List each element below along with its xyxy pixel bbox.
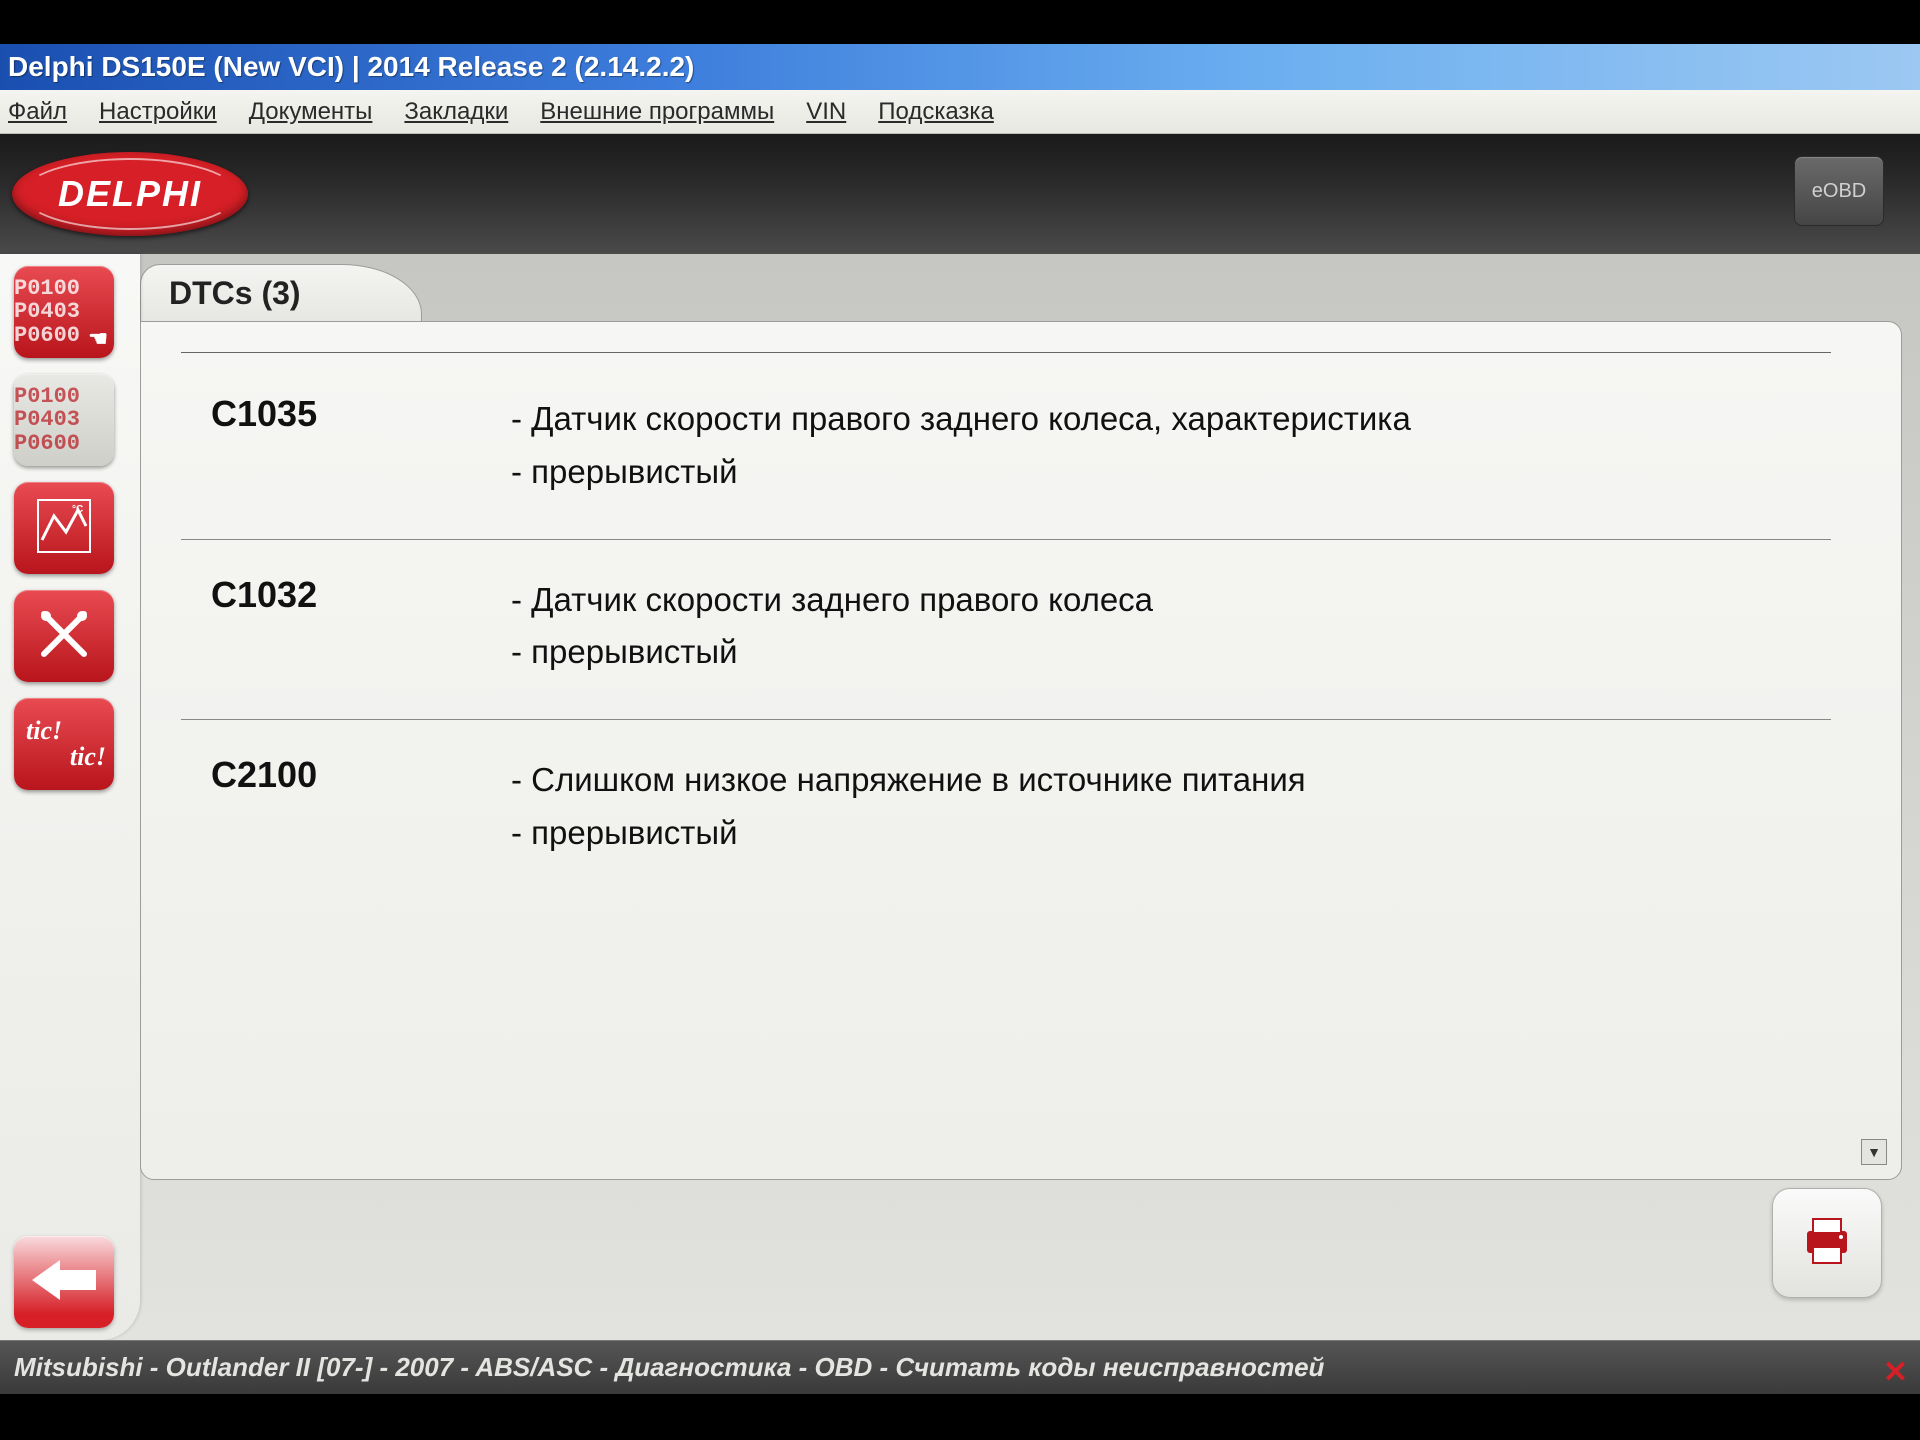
arrow-left-icon <box>32 1256 96 1309</box>
statusbar: Mitsubishi - Outlander II [07-] - 2007 -… <box>0 1340 1920 1394</box>
graph-icon: °C <box>34 496 94 561</box>
main: DTCs (3) C1035 - Датчик скорости правого… <box>140 254 1920 1340</box>
eobd-label: eOBD <box>1812 180 1866 203</box>
tic-label-1: tic! <box>26 718 62 744</box>
dtc-code: C1032 <box>211 574 511 680</box>
brand-strip: DELPHI eOBD <box>0 134 1920 254</box>
hand-cursor-icon: ☚ <box>88 326 108 352</box>
menu-settings[interactable]: Настройки <box>99 98 217 126</box>
sidebar-live-data-button[interactable]: °C <box>14 482 114 574</box>
app-window: Delphi DS150E (New VCI) | 2014 Release 2… <box>0 44 1920 1394</box>
sidebar-spacer <box>14 806 126 1220</box>
dtc-description: - Датчик скорости заднего правого колеса… <box>511 574 1831 680</box>
dtc-row: C1032 - Датчик скорости заднего правого … <box>181 540 1831 721</box>
sidebar-tic-button[interactable]: tic! tic! <box>14 698 114 790</box>
dtc-description: - Слишком низкое напряжение в источнике … <box>511 754 1831 860</box>
eobd-button[interactable]: eOBD <box>1794 156 1884 226</box>
sidebar-read-codes-button[interactable]: P0100 P0403 P0600 ☚ <box>14 266 114 358</box>
menu-hint[interactable]: Подсказка <box>878 98 994 126</box>
dtc-description: - Датчик скорости правого заднего колеса… <box>511 393 1831 499</box>
chevron-down-icon: ▼ <box>1867 1144 1881 1160</box>
tab-label: DTCs (3) <box>169 275 301 311</box>
back-button[interactable] <box>14 1236 114 1328</box>
panel-toolbar <box>140 1180 1902 1330</box>
sidebar-tools-button[interactable] <box>14 590 114 682</box>
print-icon <box>1797 1211 1857 1276</box>
menu-documents[interactable]: Документы <box>249 98 373 126</box>
dtc-row: C1035 - Датчик скорости правого заднего … <box>181 359 1831 540</box>
menu-file[interactable]: Файл <box>8 98 67 126</box>
tab-header: DTCs (3) <box>140 264 1902 322</box>
menu-bookmarks[interactable]: Закладки <box>404 98 508 126</box>
titlebar: Delphi DS150E (New VCI) | 2014 Release 2… <box>0 44 1920 90</box>
svg-text:°C: °C <box>72 504 83 515</box>
tic-label-2: tic! <box>70 744 114 770</box>
codes-erase-icon: P0100 P0403 P0600 <box>14 385 114 454</box>
delphi-logo-text: DELPHI <box>58 173 202 215</box>
menu-vin[interactable]: VIN <box>806 98 846 126</box>
dtc-code: C1035 <box>211 393 511 499</box>
close-icon[interactable]: ✕ <box>1883 1355 1908 1390</box>
menu-external[interactable]: Внешние программы <box>540 98 774 126</box>
breadcrumb: Mitsubishi - Outlander II [07-] - 2007 -… <box>14 1352 1324 1383</box>
window-title: Delphi DS150E (New VCI) | 2014 Release 2… <box>8 51 694 83</box>
sidebar: P0100 P0403 P0600 ☚ P0100 P0403 P0600 °C <box>0 254 140 1340</box>
print-button[interactable] <box>1772 1188 1882 1298</box>
dtc-list[interactable]: C1035 - Датчик скорости правого заднего … <box>181 352 1861 1159</box>
screen: Delphi DS150E (New VCI) | 2014 Release 2… <box>0 0 1920 1440</box>
scroll-down-button[interactable]: ▼ <box>1861 1139 1887 1165</box>
dtc-panel: C1035 - Датчик скорости правого заднего … <box>140 321 1902 1180</box>
tools-icon <box>34 604 94 669</box>
dtc-row: C2100 - Слишком низкое напряжение в исто… <box>181 720 1831 900</box>
sidebar-erase-codes-button[interactable]: P0100 P0403 P0600 <box>14 374 114 466</box>
tab-dtcs[interactable]: DTCs (3) <box>140 264 422 322</box>
delphi-logo: DELPHI <box>12 152 248 236</box>
menubar: Файл Настройки Документы Закладки Внешни… <box>0 90 1920 134</box>
dtc-code: C2100 <box>211 754 511 860</box>
work-area: P0100 P0403 P0600 ☚ P0100 P0403 P0600 °C <box>0 254 1920 1340</box>
